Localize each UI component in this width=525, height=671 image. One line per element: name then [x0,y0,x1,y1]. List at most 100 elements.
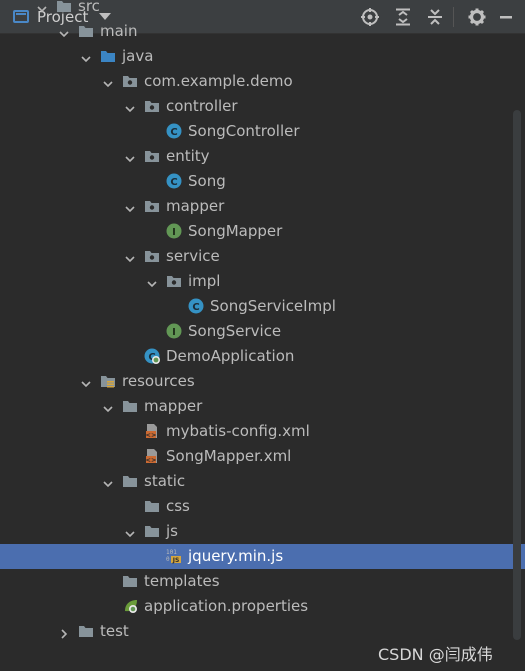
watermark-text: CSDN @闫成伟 [378,645,493,664]
spring-boot-class-icon: C [144,348,160,364]
tree-row[interactable]: impl [0,269,525,294]
chevron-down-icon[interactable] [80,375,92,388]
folder-icon [78,623,94,639]
tree-item-label: java [122,47,154,65]
tree-row[interactable]: css [0,494,525,519]
tree-item-label: application.properties [144,597,309,615]
package-icon [166,273,182,289]
chevron-down-icon[interactable] [124,200,136,213]
chevron-down-icon[interactable] [124,250,136,263]
tree-row[interactable]: C Song [0,169,525,194]
tree-row[interactable]: com.example.demo [0,69,525,94]
resources-folder-icon [100,373,116,389]
tree-row[interactable]: <> mybatis-config.xml [0,419,525,444]
chevron-down-icon[interactable] [102,75,114,88]
tree-row[interactable]: C DemoApplication [0,344,525,369]
svg-text:I: I [172,227,176,238]
tree-item-label: src [78,0,100,15]
interface-icon: I [166,323,182,339]
xml-file-icon: <> [144,448,160,464]
tree-row[interactable]: static [0,469,525,494]
folder-icon [144,498,160,514]
xml-file-icon: <> [144,423,160,439]
svg-text:C: C [170,127,177,138]
js-file-icon: 101 0 JS [166,548,182,564]
tree-row[interactable]: main [0,19,525,44]
tree-row[interactable]: mapper [0,194,525,219]
tree-row[interactable]: src [0,0,525,19]
tree-row[interactable]: I SongMapper [0,219,525,244]
svg-text:<>: <> [146,456,157,464]
svg-text:JS: JS [172,557,180,564]
tree-item-label: entity [166,147,210,165]
tree-row[interactable]: controller [0,94,525,119]
tree-item-label: static [144,472,186,490]
class-icon: C [166,173,182,189]
tree-row[interactable]: java [0,44,525,69]
tree-item-label: jquery.min.js [188,547,284,565]
tree-item-label: SongServiceImpl [210,297,336,315]
package-icon [144,148,160,164]
tree-row[interactable]: service [0,244,525,269]
tree-item-label: css [166,497,190,515]
tree-item-label: controller [166,97,238,115]
tree-item-label: mapper [166,197,225,215]
svg-text:0: 0 [166,556,170,563]
tree-row[interactable]: I SongService [0,319,525,344]
tree-item-label: SongService [188,322,282,340]
tree-item-label: mapper [144,397,203,415]
spring-properties-icon [122,598,138,614]
package-icon [144,98,160,114]
folder-icon [122,473,138,489]
tree-row[interactable]: 101 0 JS jquery.min.js [0,544,525,569]
tree-item-label: templates [144,572,220,590]
tree-item-label: resources [122,372,195,390]
svg-text:101: 101 [166,549,177,556]
tree-row[interactable]: application.properties [0,594,525,619]
tree-row[interactable]: resources [0,369,525,394]
tree-row[interactable]: templates [0,569,525,594]
folder-icon [122,573,138,589]
tree-item-label: Song [188,172,226,190]
svg-text:I: I [172,327,176,338]
tree-row[interactable]: entity [0,144,525,169]
tree-row[interactable]: C SongServiceImpl [0,294,525,319]
vertical-scrollbar[interactable] [513,110,521,640]
chevron-down-icon[interactable] [102,400,114,413]
tree-item-label: SongMapper [188,222,283,240]
class-icon: C [188,298,204,314]
tree-item-label: com.example.demo [144,72,293,90]
tree-item-label: mybatis-config.xml [166,422,310,440]
source-folder-icon [100,48,116,64]
tree-item-label: SongMapper.xml [166,447,292,465]
folder-icon [122,398,138,414]
chevron-down-icon[interactable] [102,475,114,488]
chevron-down-icon[interactable] [58,25,70,38]
chevron-down-icon[interactable] [124,525,136,538]
chevron-down-icon[interactable] [80,50,92,63]
svg-text:C: C [192,302,199,313]
chevron-down-icon[interactable] [36,0,48,13]
tree-row[interactable]: mapper [0,394,525,419]
tree-item-label: main [100,22,138,40]
folder-icon [144,523,160,539]
tree-item-label: impl [188,272,221,290]
chevron-down-icon[interactable] [124,150,136,163]
interface-icon: I [166,223,182,239]
chevron-down-icon[interactable] [146,275,158,288]
tree-row[interactable]: js [0,519,525,544]
tree-item-label: DemoApplication [166,347,295,365]
svg-text:<>: <> [146,431,157,439]
package-icon [144,198,160,214]
folder-icon [56,0,72,14]
chevron-down-icon[interactable] [124,100,136,113]
folder-icon [78,23,94,39]
package-icon [122,73,138,89]
tree-item-label: SongController [188,122,300,140]
chevron-right-icon[interactable] [58,625,70,639]
package-icon [144,248,160,264]
tree-row[interactable]: <> SongMapper.xml [0,444,525,469]
tree-item-label: service [166,247,220,265]
tree-row[interactable]: C SongController [0,119,525,144]
tree-item-label: test [100,622,129,640]
